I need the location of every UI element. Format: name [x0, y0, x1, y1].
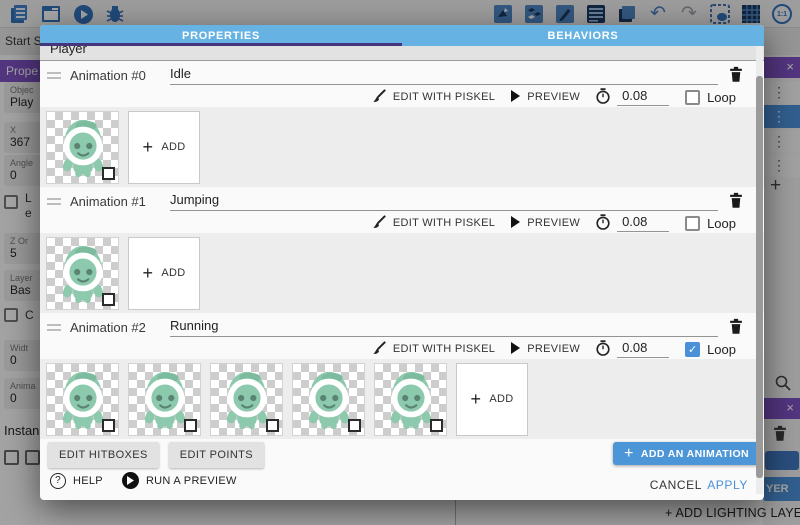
frame-select-checkbox[interactable]	[430, 419, 443, 432]
animations-list: Animation #0 Idle EDIT WITH PISKEL PREVI…	[40, 63, 764, 439]
plus-icon: +	[471, 390, 482, 408]
frame-select-checkbox[interactable]	[102, 419, 115, 432]
loop-label: Loop	[707, 342, 736, 357]
loop-checkbox[interactable]	[685, 216, 700, 231]
frame-thumbnail[interactable]	[46, 363, 119, 436]
frame-thumbnail[interactable]	[128, 363, 201, 436]
frames-strip: + ADD	[40, 233, 764, 313]
stopwatch-icon	[595, 340, 611, 359]
preview-button[interactable]: PREVIEW	[527, 91, 580, 103]
frame-select-checkbox[interactable]	[184, 419, 197, 432]
frame-select-checkbox[interactable]	[102, 293, 115, 306]
frame-thumbnail[interactable]	[46, 111, 119, 184]
frame-thumbnail[interactable]	[292, 363, 365, 436]
run-preview-icon[interactable]	[122, 472, 139, 489]
animation-name-input[interactable]: Idle	[170, 66, 718, 85]
animation-toolbar: EDIT WITH PISKEL PREVIEW 0.08 ✓ Loop	[40, 339, 764, 359]
plus-icon: +	[624, 445, 634, 463]
edit-with-piskel-button[interactable]: EDIT WITH PISKEL	[393, 217, 495, 229]
animation-label: Animation #2	[70, 320, 156, 335]
animation-label: Animation #0	[70, 68, 156, 83]
frames-strip: + ADD	[40, 359, 764, 439]
frame-select-checkbox[interactable]	[102, 167, 115, 180]
scrollbar-thumb[interactable]	[756, 76, 763, 478]
drag-handle[interactable]	[47, 198, 61, 205]
loop-checkbox[interactable]: ✓	[685, 342, 700, 357]
frame-select-checkbox[interactable]	[266, 419, 279, 432]
plus-icon: +	[143, 138, 154, 156]
brush-icon	[372, 89, 386, 106]
brush-icon	[372, 341, 386, 358]
preview-button[interactable]: PREVIEW	[527, 343, 580, 355]
cancel-button[interactable]: CANCEL	[650, 478, 702, 492]
animation-header-row: Animation #1 Jumping	[40, 189, 764, 213]
add-frame-label: ADD	[161, 141, 185, 153]
frame-thumbnail[interactable]	[374, 363, 447, 436]
time-between-frames-input[interactable]: 0.08	[617, 340, 669, 358]
animation-name-input[interactable]: Running	[170, 318, 718, 337]
stopwatch-icon	[595, 88, 611, 107]
drag-handle[interactable]	[47, 72, 61, 79]
animation-name-input[interactable]: Jumping	[170, 192, 718, 211]
drag-handle[interactable]	[47, 324, 61, 331]
edit-points-button[interactable]: EDIT POINTS	[169, 442, 264, 468]
animation-toolbar: EDIT WITH PISKEL PREVIEW 0.08 Loop	[40, 87, 764, 107]
add-an-animation-button[interactable]: + ADD AN ANIMATION	[613, 442, 760, 465]
frame-thumbnail[interactable]	[210, 363, 283, 436]
tab-behaviors[interactable]: BEHAVIORS	[402, 25, 764, 46]
object-editor-dialog: PROPERTIES BEHAVIORS Player Animation #0…	[40, 25, 764, 500]
animation-section: Animation #2 Running EDIT WITH PISKEL PR…	[40, 315, 764, 439]
add-frame-label: ADD	[161, 267, 185, 279]
add-frame-tile[interactable]: + ADD	[128, 237, 200, 310]
dialog-footer-left: ? HELP RUN A PREVIEW	[50, 472, 237, 489]
animation-section: Animation #1 Jumping EDIT WITH PISKEL PR…	[40, 189, 764, 313]
animation-toolbar: EDIT WITH PISKEL PREVIEW 0.08 Loop	[40, 213, 764, 233]
time-between-frames-input[interactable]: 0.08	[617, 214, 669, 232]
animation-section: Animation #0 Idle EDIT WITH PISKEL PREVI…	[40, 63, 764, 187]
help-icon[interactable]: ?	[50, 473, 66, 489]
animation-label: Animation #1	[70, 194, 156, 209]
edit-with-piskel-button[interactable]: EDIT WITH PISKEL	[393, 91, 495, 103]
animation-header-row: Animation #0 Idle	[40, 63, 764, 87]
frames-strip: + ADD	[40, 107, 764, 187]
frame-select-checkbox[interactable]	[348, 419, 361, 432]
brush-icon	[372, 215, 386, 232]
object-name-input[interactable]: Player	[40, 46, 764, 61]
add-frame-label: ADD	[489, 393, 513, 405]
stopwatch-icon	[595, 214, 611, 233]
dialog-tab-bar: PROPERTIES BEHAVIORS	[40, 25, 764, 46]
time-between-frames-input[interactable]: 0.08	[617, 88, 669, 106]
frame-thumbnail[interactable]	[46, 237, 119, 310]
dialog-scrollbar[interactable]	[756, 46, 763, 494]
add-frame-tile[interactable]: + ADD	[128, 111, 200, 184]
add-frame-tile[interactable]: + ADD	[456, 363, 528, 436]
loop-checkbox[interactable]	[685, 90, 700, 105]
help-button[interactable]: HELP	[73, 475, 103, 487]
play-icon	[510, 216, 520, 231]
trash-icon[interactable]	[729, 318, 743, 339]
play-icon	[510, 90, 520, 105]
trash-icon[interactable]	[729, 192, 743, 213]
apply-button[interactable]: APPLY	[707, 478, 748, 492]
trash-icon[interactable]	[729, 66, 743, 87]
animation-header-row: Animation #2 Running	[40, 315, 764, 339]
plus-icon: +	[143, 264, 154, 282]
loop-label: Loop	[707, 216, 736, 231]
run-a-preview-button[interactable]: RUN A PREVIEW	[146, 475, 237, 487]
edit-hitboxes-button[interactable]: EDIT HITBOXES	[48, 442, 159, 468]
preview-button[interactable]: PREVIEW	[527, 217, 580, 229]
play-icon	[510, 342, 520, 357]
loop-label: Loop	[707, 90, 736, 105]
edit-with-piskel-button[interactable]: EDIT WITH PISKEL	[393, 343, 495, 355]
